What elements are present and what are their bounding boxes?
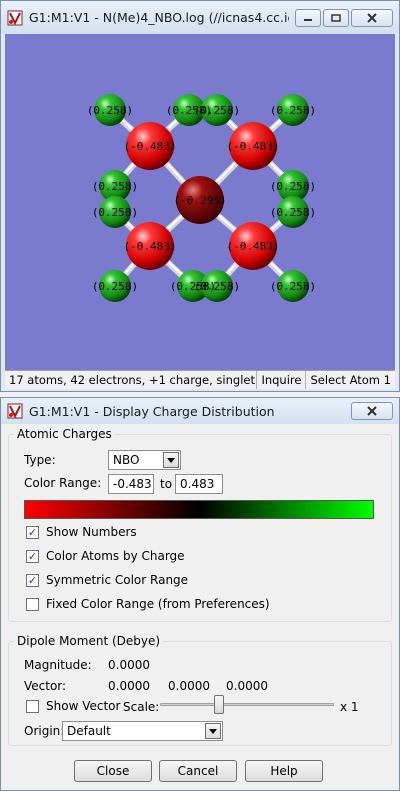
- symmetric-color-range-checkbox[interactable]: ✓ Symmetric Color Range: [26, 573, 188, 587]
- restore-button[interactable]: [323, 8, 349, 27]
- gaussview-app-icon: [7, 10, 23, 26]
- carbon-charge-label: (-0.483): [227, 140, 280, 153]
- restore-icon: [331, 13, 341, 22]
- magnitude-value: 0.0000: [108, 658, 150, 672]
- viewer-title: G1:M1:V1 - N(Me)4_NBO.log (//icnas4.cc.i…: [29, 10, 289, 25]
- vector-y-value: 0.0000: [168, 679, 210, 693]
- scale-label: Scale:: [123, 700, 160, 714]
- charge-color-gradient: [24, 500, 374, 519]
- show-vector-label: Show Vector: [46, 699, 121, 713]
- show-numbers-label: Show Numbers: [46, 525, 137, 539]
- fixed-color-range-checkbox[interactable]: Fixed Color Range (from Preferences): [26, 597, 270, 611]
- close-icon: [367, 12, 377, 23]
- color-atoms-by-charge-checkbox[interactable]: ✓ Color Atoms by Charge: [26, 549, 185, 563]
- dipole-moment-label: Dipole Moment (Debye): [14, 634, 164, 648]
- status-bar: 17 atoms, 42 electrons, +1 charge, singl…: [5, 370, 395, 389]
- hydrogen-charge-label: (0.258): [92, 180, 138, 193]
- close-icon: [367, 406, 377, 416]
- carbon-charge-label: (-0.483): [124, 140, 177, 153]
- chevron-down-icon[interactable]: [205, 723, 221, 739]
- molecule-render[interactable]: (0.258) (0.258) (0.258) (0.258) (0.258) (0.25…: [5, 34, 395, 371]
- scale-slider-track[interactable]: [160, 703, 334, 706]
- molecule-viewport[interactable]: (0.258) (0.258) (0.258) (0.258) (0.258) (0.25…: [5, 34, 395, 371]
- atomic-charges-label: Atomic Charges: [14, 427, 115, 441]
- viewer-titlebar[interactable]: G1:M1:V1 - N(Me)4_NBO.log (//icnas4.cc.i…: [1, 1, 399, 34]
- hydrogen-charge-label: (0.258): [87, 104, 133, 117]
- dialog-titlebar[interactable]: G1:M1:V1 - Display Charge Distribution: [1, 398, 399, 424]
- close-button[interactable]: Close: [74, 760, 152, 782]
- type-label: Type:: [24, 453, 56, 467]
- hydrogen-charge-label: (0.258): [270, 180, 316, 193]
- checkmark-icon: ✓: [27, 549, 38, 563]
- minimize-button[interactable]: [295, 8, 321, 27]
- origin-value: Default: [67, 724, 111, 738]
- show-numbers-checkbox[interactable]: ✓ Show Numbers: [26, 525, 137, 539]
- color-range-max-input[interactable]: 0.483: [175, 474, 223, 494]
- status-molecule-info: 17 atoms, 42 electrons, +1 charge, singl…: [9, 373, 255, 387]
- vector-z-value: 0.0000: [226, 679, 268, 693]
- viewer-close-button[interactable]: [351, 8, 393, 27]
- chevron-down-icon[interactable]: [163, 452, 179, 468]
- status-inquire[interactable]: Inquire: [256, 371, 305, 389]
- carbon-charge-label: (-0.483): [124, 240, 177, 253]
- fixed-color-range-label: Fixed Color Range (from Preferences): [46, 597, 270, 611]
- symmetric-color-range-label: Symmetric Color Range: [46, 573, 189, 587]
- molecule-viewer-window: G1:M1:V1 - N(Me)4_NBO.log (//icnas4.cc.i…: [0, 0, 400, 392]
- origin-select[interactable]: Default: [62, 721, 223, 741]
- hydrogen-charge-label: (0.258): [194, 104, 240, 117]
- vector-x-value: 0.0000: [108, 679, 150, 693]
- color-range-min-input[interactable]: -0.483: [108, 474, 154, 494]
- color-atoms-by-charge-label: Color Atoms by Charge: [46, 549, 185, 563]
- checkmark-icon: ✓: [27, 525, 38, 539]
- hydrogen-charge-label: (0.258): [92, 280, 138, 293]
- to-label: to: [160, 477, 173, 491]
- carbon-charge-label: (-0.483): [227, 240, 280, 253]
- hydrogen-charge-label: (0.258): [92, 206, 138, 219]
- hydrogen-charge-label: (0.258): [270, 104, 316, 117]
- minimize-icon: [304, 18, 312, 21]
- status-select-atom[interactable]: Select Atom 1: [305, 371, 395, 389]
- dialog-title: G1:M1:V1 - Display Charge Distribution: [29, 403, 275, 419]
- charge-type-value: NBO: [113, 453, 140, 467]
- magnitude-label: Magnitude:: [24, 658, 92, 672]
- vector-label: Vector:: [24, 679, 67, 693]
- hydrogen-charge-label: (0.258): [194, 280, 240, 293]
- cancel-button[interactable]: Cancel: [159, 760, 237, 782]
- help-button[interactable]: Help: [245, 760, 323, 782]
- dialog-close-x-button[interactable]: [351, 402, 393, 420]
- nitrogen-charge-label: (-0.295): [174, 194, 227, 207]
- color-range-label: Color Range:: [24, 476, 102, 490]
- gaussview-app-icon: [7, 403, 23, 419]
- hydrogen-charge-label: (0.258): [270, 206, 316, 219]
- charge-type-select[interactable]: NBO: [108, 450, 181, 470]
- checkmark-icon: ✓: [27, 573, 38, 587]
- origin-label: Origin:: [24, 724, 65, 738]
- hydrogen-charge-label: (0.258): [270, 280, 316, 293]
- show-vector-checkbox[interactable]: Show Vector: [26, 699, 120, 713]
- scale-multiplier: x 1: [340, 700, 359, 714]
- scale-slider-handle[interactable]: [214, 695, 224, 714]
